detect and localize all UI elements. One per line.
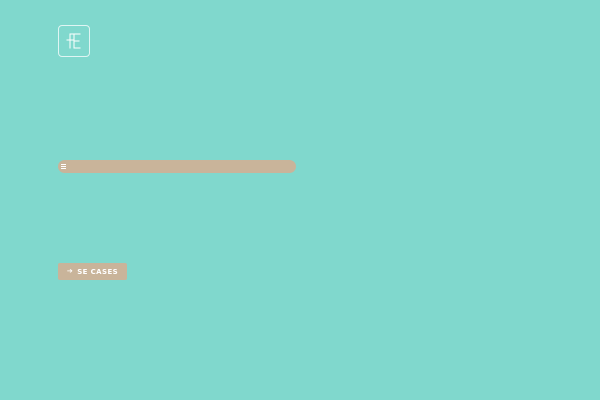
see-cases-button[interactable]: ➔ SE CASES xyxy=(58,263,127,280)
hamburger-menu-icon[interactable] xyxy=(61,164,66,169)
arrow-right-icon: ➔ xyxy=(66,267,74,275)
see-cases-label: SE CASES xyxy=(77,267,119,276)
fe-monogram-icon xyxy=(66,33,81,49)
menu-bar[interactable] xyxy=(58,160,296,173)
logo[interactable] xyxy=(58,25,90,57)
